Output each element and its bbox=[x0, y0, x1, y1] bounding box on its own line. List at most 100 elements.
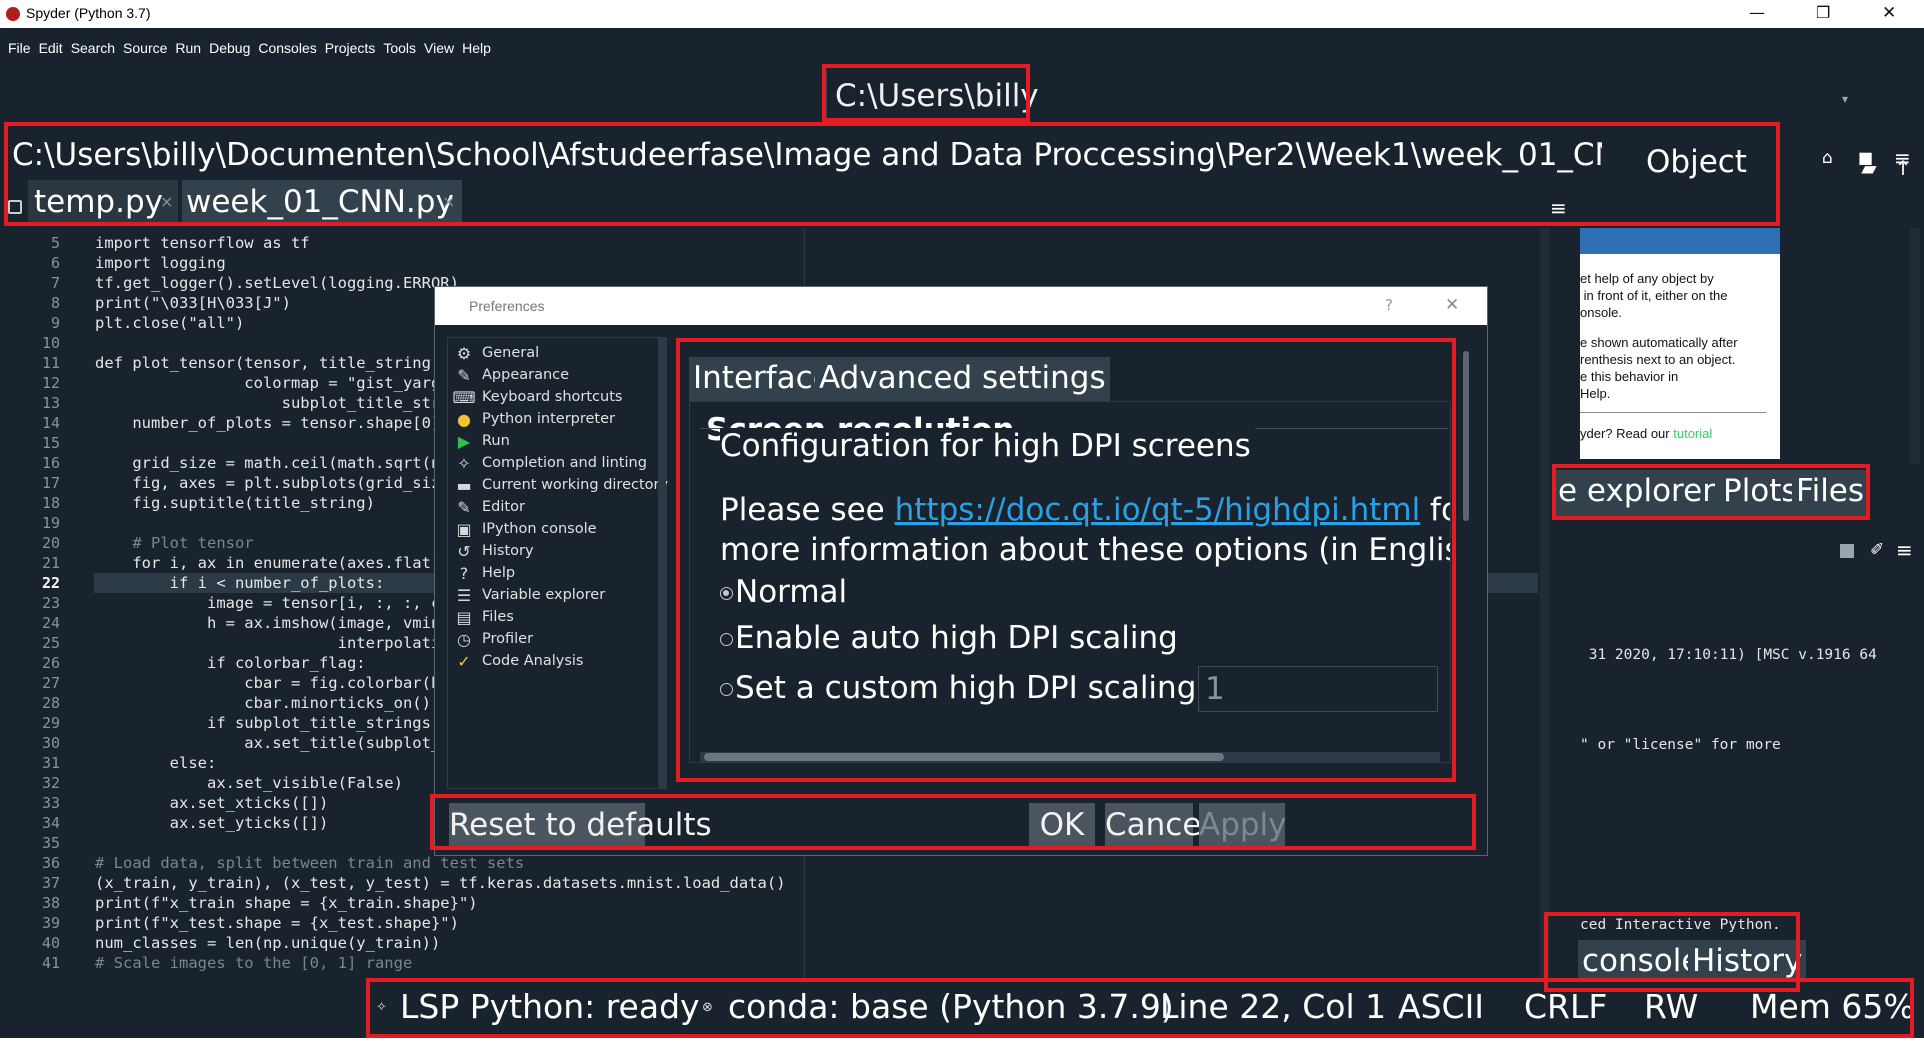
tab-label: temp.py bbox=[34, 184, 163, 220]
tab-temp-py[interactable]: temp.py × bbox=[28, 180, 178, 224]
lsp-status-icon: ✧ bbox=[376, 1000, 387, 1015]
home-icon[interactable]: ⌂ bbox=[1822, 148, 1833, 168]
code-line: if subplot_title_strings ! bbox=[95, 714, 450, 732]
python-icon: ● bbox=[457, 409, 471, 429]
option-label: Normal bbox=[735, 574, 848, 610]
dialog-close-button[interactable]: ✕ bbox=[1445, 295, 1459, 315]
working-directory-field[interactable]: C:\Users\billy bbox=[826, 70, 1842, 124]
settings-vscroll-thumb[interactable] bbox=[1463, 351, 1469, 521]
option-auto-scaling[interactable]: Enable auto high DPI scaling bbox=[720, 620, 1178, 656]
help-text-3: yder? Read our tutorial bbox=[1580, 426, 1712, 441]
category-scrollbar[interactable] bbox=[658, 338, 666, 788]
line-number: 27 bbox=[41, 674, 60, 692]
code-line: import logging bbox=[95, 254, 226, 272]
help-source-label[interactable]: Object bbox=[1646, 144, 1747, 180]
editor-tab-bar: temp.py × week_01_CNN.py × ≡ bbox=[0, 180, 1578, 224]
code-line: print("\033[H\033[J") bbox=[95, 294, 291, 312]
memory-usage: Mem 65% bbox=[1750, 987, 1915, 1026]
reset-defaults-button[interactable]: Reset to defaults bbox=[449, 803, 712, 847]
tab-interface[interactable]: Interface bbox=[689, 357, 836, 401]
radio-normal[interactable] bbox=[720, 587, 733, 600]
line-number: 26 bbox=[41, 654, 60, 672]
stop-console-icon[interactable] bbox=[1840, 544, 1854, 558]
custom-scaling-input[interactable]: 1 bbox=[1198, 666, 1438, 712]
code-line: h = ax.imshow(image, vmin bbox=[95, 614, 441, 632]
cursor-position: Line 22, Col 1 bbox=[1160, 987, 1387, 1026]
cwd-dropdown-icon[interactable]: ▾ bbox=[1842, 92, 1848, 106]
line-number: 13 bbox=[41, 394, 60, 412]
line-number: 7 bbox=[50, 274, 60, 292]
tab-week-01-cnn[interactable]: week_01_CNN.py × bbox=[182, 180, 462, 224]
console-options-icon[interactable]: ≡ bbox=[1896, 538, 1913, 562]
option-custom-scaling[interactable]: Set a custom high DPI scaling bbox=[720, 670, 1196, 706]
code-line: import tensorflow as tf bbox=[95, 234, 310, 252]
help-icon: ? bbox=[459, 563, 469, 583]
status-bar: ✧ LSP Python: ready ⊗ conda: base (Pytho… bbox=[0, 978, 1924, 1038]
help-divider bbox=[1580, 412, 1766, 413]
close-tab-icon[interactable]: × bbox=[160, 192, 173, 211]
scrollbar-thumb[interactable] bbox=[704, 753, 1224, 761]
radio-auto-scaling[interactable] bbox=[720, 633, 733, 646]
minimize-button[interactable]: — bbox=[1749, 3, 1765, 22]
line-number: 18 bbox=[41, 494, 60, 512]
console-icon: ▣ bbox=[456, 519, 472, 539]
category-label: Files bbox=[482, 609, 514, 625]
close-window-button[interactable]: ✕ bbox=[1882, 3, 1896, 23]
maximize-button[interactable]: ❐ bbox=[1816, 3, 1830, 22]
brush-icon: ✎ bbox=[457, 365, 471, 385]
line-number: 41 bbox=[41, 954, 60, 972]
code-line: plt.close("all") bbox=[95, 314, 245, 332]
line-number: 36 bbox=[41, 854, 60, 872]
code-line: (x_train, y_train), (x_test, y_test) = t… bbox=[95, 874, 786, 892]
menu-tools[interactable]: Tools bbox=[383, 36, 416, 60]
lock-icon[interactable]: ■ bbox=[1858, 148, 1873, 167]
category-label: Python interpreter bbox=[482, 411, 615, 427]
rw-mode: RW bbox=[1644, 987, 1699, 1026]
menu-consoles[interactable]: Consoles bbox=[258, 36, 316, 60]
line-number: 28 bbox=[41, 694, 60, 712]
close-tab-icon[interactable]: × bbox=[442, 192, 455, 211]
help-options-icon[interactable]: ≡ bbox=[1894, 146, 1911, 170]
tab-files[interactable]: Files bbox=[1792, 470, 1869, 516]
console-output[interactable]: 31 2020, 17:10:11) [MSC v.1916 64 " or "… bbox=[1580, 580, 1890, 1000]
tab-advanced-settings[interactable]: Advanced settings bbox=[815, 357, 1110, 401]
code-line: colormap = "gist_yarg" bbox=[95, 374, 450, 392]
highdpi-link[interactable]: https://doc.qt.io/qt-5/highdpi.html bbox=[895, 492, 1421, 528]
completion-icon: ✧ bbox=[457, 453, 471, 473]
clear-console-icon[interactable]: ✐ bbox=[1870, 540, 1884, 560]
editor-options-icon[interactable]: ≡ bbox=[1550, 196, 1567, 220]
category-code-analysis[interactable]: ✓ Code Analysis bbox=[454, 648, 583, 674]
menu-debug[interactable]: Debug bbox=[209, 36, 250, 60]
menu-projects[interactable]: Projects bbox=[325, 36, 376, 60]
menu-source[interactable]: Source bbox=[123, 36, 167, 60]
menu-search[interactable]: Search bbox=[71, 36, 115, 60]
tab-list-icon[interactable] bbox=[8, 200, 22, 214]
line-number: 19 bbox=[41, 514, 60, 532]
cancel-button[interactable]: Cancel bbox=[1105, 803, 1210, 847]
help-scrollbar[interactable] bbox=[1910, 228, 1920, 464]
line-number: 9 bbox=[50, 314, 60, 332]
tab-variable-explorer[interactable]: e explorer bbox=[1556, 470, 1719, 516]
code-line: ax.set_visible(False) bbox=[95, 774, 403, 792]
editor-scrollbar[interactable] bbox=[1540, 228, 1550, 980]
window-title: Spyder (Python 3.7) bbox=[26, 5, 151, 21]
menu-file[interactable]: File bbox=[8, 36, 31, 60]
working-directory-text: C:\Users\billy bbox=[835, 78, 1039, 114]
tutorial-link[interactable]: tutorial bbox=[1673, 426, 1712, 441]
dialog-help-button[interactable]: ? bbox=[1385, 296, 1393, 314]
menu-help[interactable]: Help bbox=[462, 36, 491, 60]
apply-button[interactable]: Apply bbox=[1199, 803, 1287, 847]
menu-edit[interactable]: Edit bbox=[39, 36, 63, 60]
ok-button[interactable]: OK bbox=[1029, 803, 1095, 847]
menu-view[interactable]: View bbox=[424, 36, 454, 60]
option-normal[interactable]: Normal bbox=[720, 574, 847, 610]
code-line: def plot_tensor(tensor, title_string, bbox=[95, 354, 441, 372]
code-line: image = tensor[i, :, :, ch bbox=[95, 594, 450, 612]
menu-run[interactable]: Run bbox=[175, 36, 201, 60]
line-number: 11 bbox=[41, 354, 60, 372]
horizontal-scrollbar[interactable] bbox=[700, 752, 1440, 762]
option-label: Enable auto high DPI scaling bbox=[735, 620, 1178, 656]
radio-custom-scaling[interactable] bbox=[720, 683, 733, 696]
category-label: General bbox=[482, 345, 540, 361]
tab-plots[interactable]: Plots bbox=[1719, 470, 1802, 516]
